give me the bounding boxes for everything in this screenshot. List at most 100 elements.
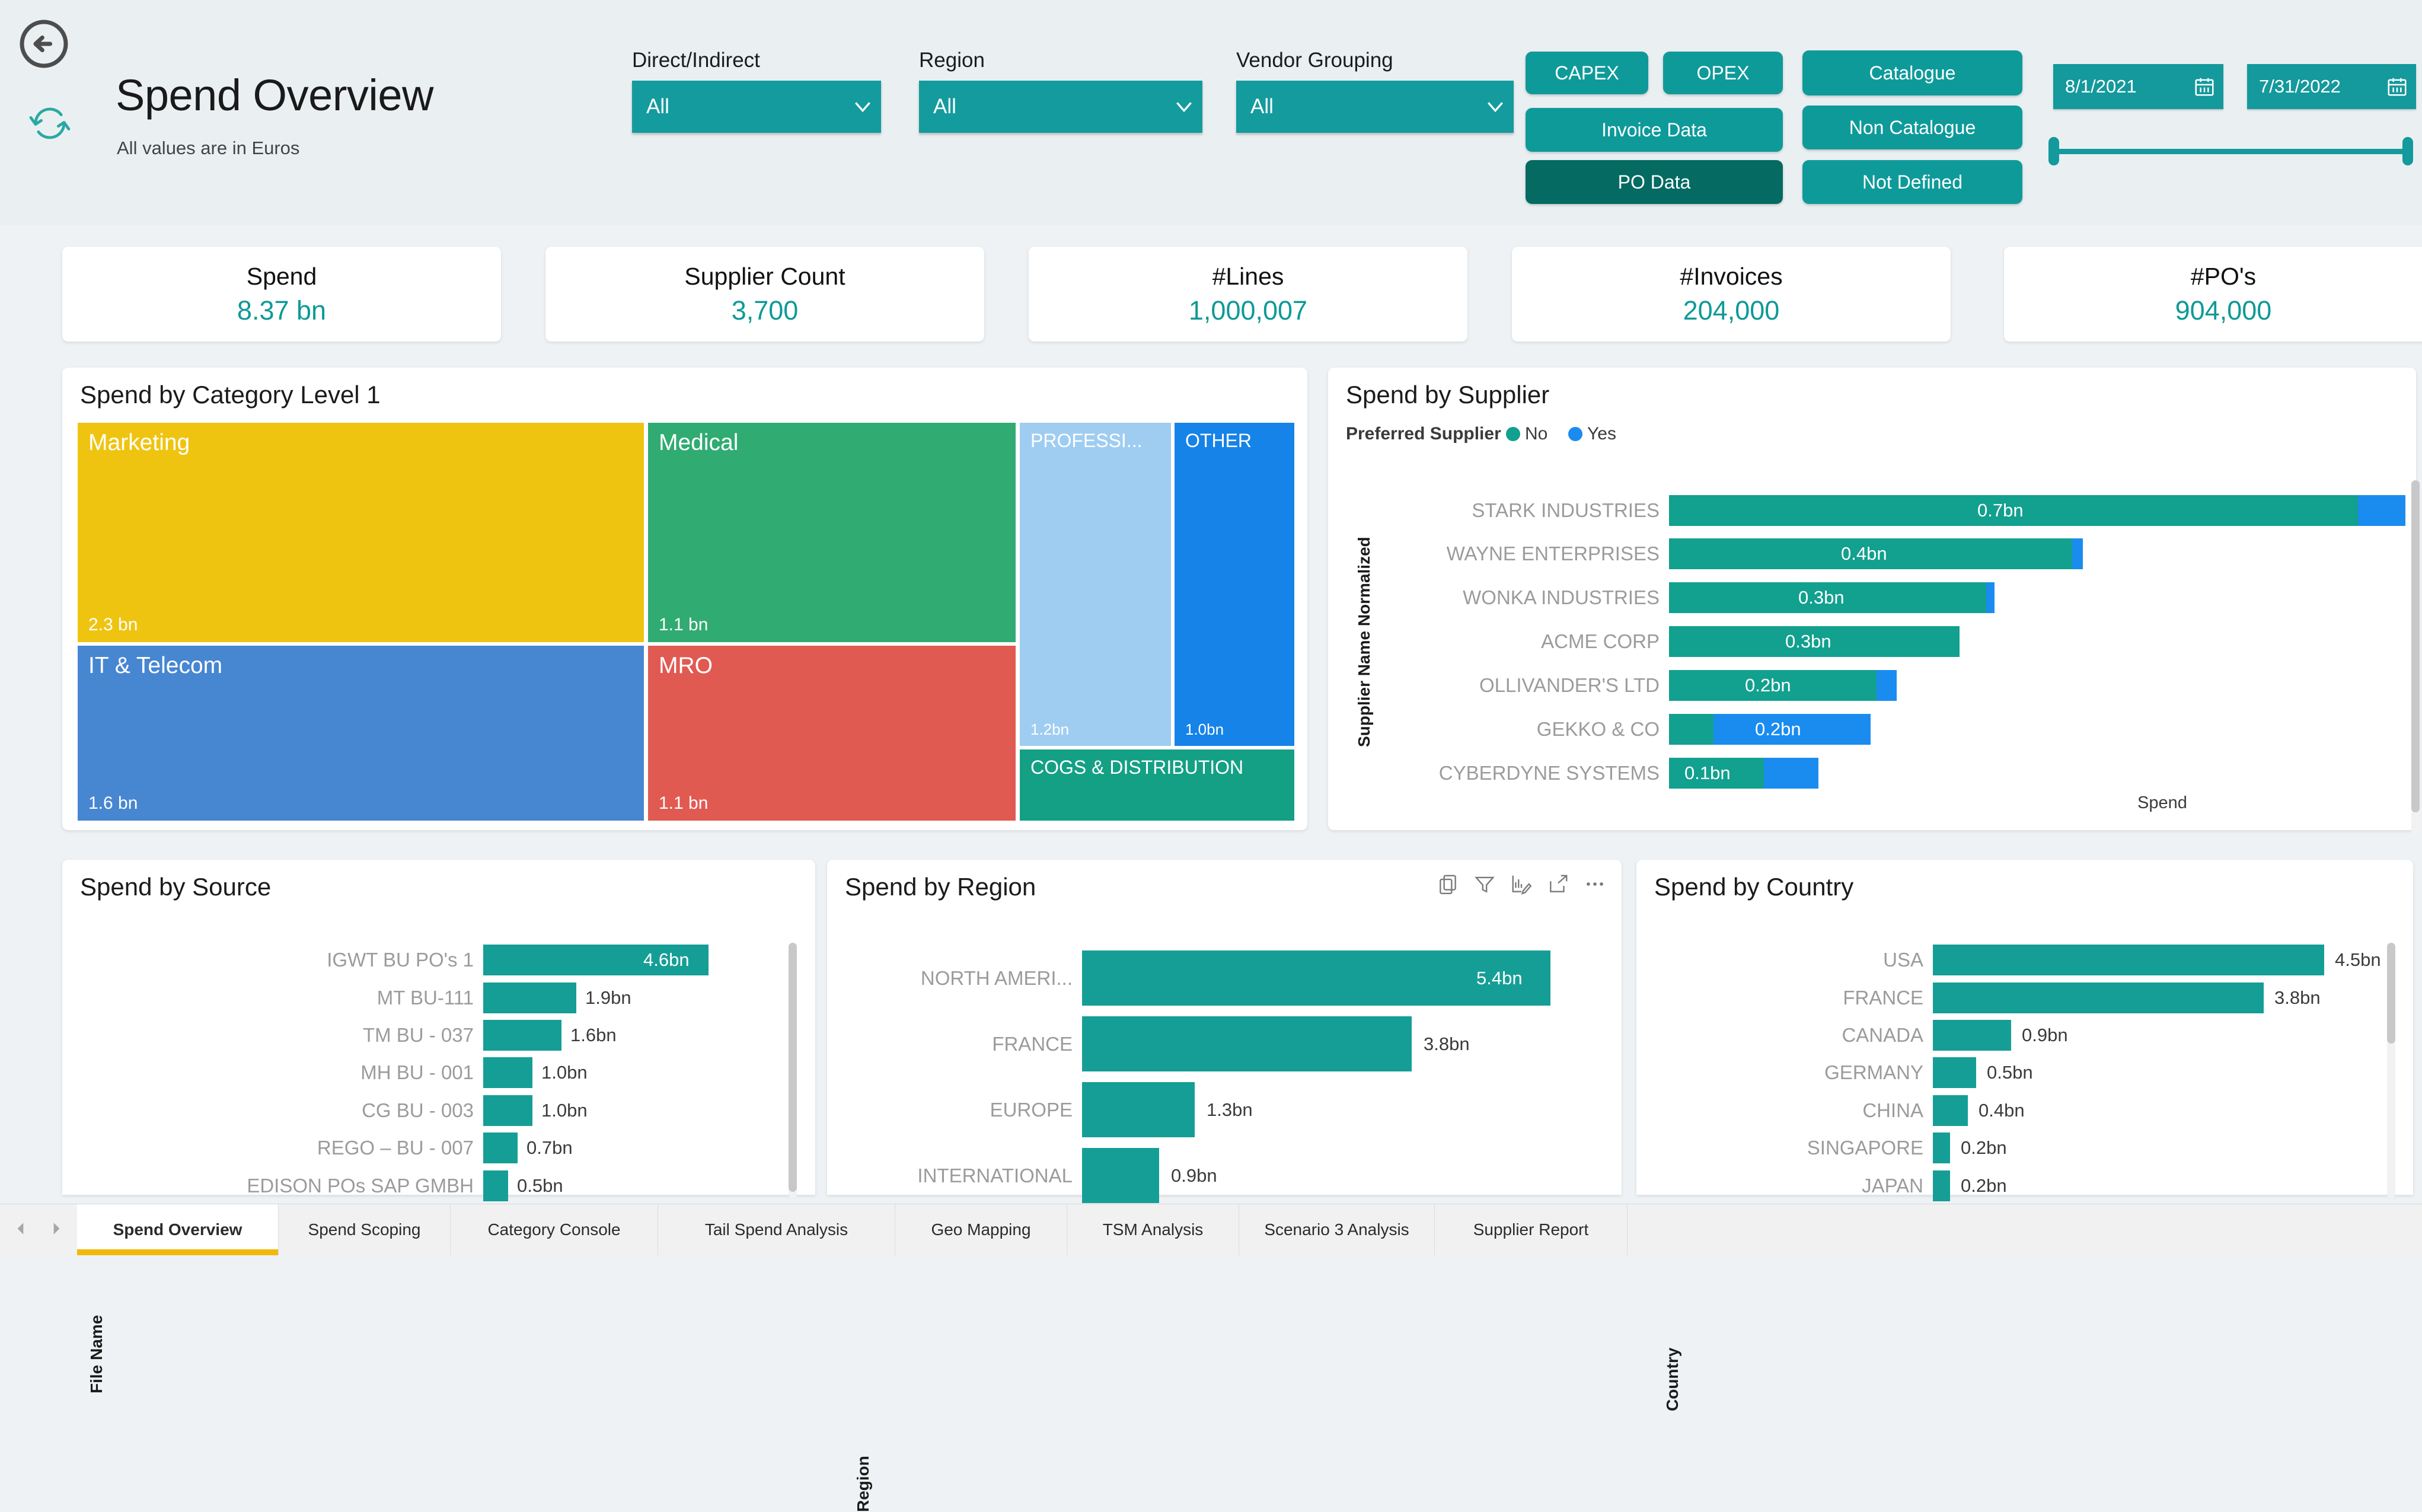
slicer-label: Region: [919, 49, 1202, 72]
bar-row[interactable]: CHINA 0.4bn: [1636, 1095, 2389, 1126]
bar-row[interactable]: GEKKO & CO 0.2bn: [1328, 714, 2395, 745]
chevron-down-icon: [1166, 95, 1202, 119]
filter-button-catalogue[interactable]: Catalogue: [1802, 50, 2022, 95]
copy-icon[interactable]: [1437, 873, 1459, 898]
slider-handle-left[interactable]: [2048, 137, 2059, 165]
slicer-dropdown-vendor-grouping[interactable]: All: [1236, 81, 1514, 133]
tab-tsm-analysis[interactable]: TSM Analysis: [1067, 1204, 1239, 1255]
treemap-cell-label: OTHER: [1185, 430, 1252, 452]
bar-row[interactable]: WAYNE ENTERPRISES 0.4bn: [1328, 538, 2395, 569]
visual-spend-by-category[interactable]: Spend by Category Level 1 Marketing 2.3 …: [62, 368, 1307, 830]
visual-spend-by-region[interactable]: Spend by Region: [827, 860, 1622, 1195]
bar-row[interactable]: USA 4.5bn: [1636, 945, 2389, 975]
treemap-cell-mro[interactable]: MRO 1.1 bn: [648, 646, 1016, 821]
filter-button-capex[interactable]: CAPEX: [1526, 52, 1648, 94]
tab-tail-spend-analysis[interactable]: Tail Spend Analysis: [658, 1204, 895, 1255]
visual-scrollbar[interactable]: [2387, 943, 2395, 1198]
bar-row[interactable]: TM BU - 037 1.6bn: [62, 1020, 792, 1051]
calendar-icon[interactable]: [2185, 75, 2223, 98]
bar-row[interactable]: NORTH AMERI... 5.4bn: [827, 950, 1598, 1006]
bar-value-label: 0.2bn: [1755, 719, 1801, 740]
kpi-card-supplier-count[interactable]: Supplier Count 3,700: [545, 247, 984, 342]
tab-prev-icon[interactable]: [13, 1221, 28, 1239]
scrollbar-thumb[interactable]: [2387, 943, 2395, 1044]
legend-item-yes[interactable]: Yes: [1568, 424, 1616, 444]
tab-nav-arrows: [0, 1204, 77, 1255]
focus-mode-icon[interactable]: [1547, 873, 1569, 898]
slider-handle-right[interactable]: [2402, 137, 2413, 165]
visual-spend-by-country[interactable]: Spend by Country Country USA 4.5bn FRANC…: [1636, 860, 2413, 1195]
bar-row[interactable]: OLLIVANDER'S LTD 0.2bn: [1328, 670, 2395, 701]
bar-row[interactable]: INTERNATIONAL 0.9bn: [827, 1148, 1598, 1203]
bar-row[interactable]: SINGAPORE 0.2bn: [1636, 1133, 2389, 1163]
treemap-cell-label: IT & Telecom: [88, 653, 222, 679]
date-end-field[interactable]: 7/31/2022: [2247, 64, 2416, 109]
filter-button-not-defined[interactable]: Not Defined: [1802, 160, 2022, 204]
filter-button-opex[interactable]: OPEX: [1663, 52, 1783, 94]
visual-spend-by-source[interactable]: Spend by Source File Name IGWT BU PO's 1…: [62, 860, 815, 1195]
tab-scenario-3-analysis[interactable]: Scenario 3 Analysis: [1239, 1204, 1435, 1255]
slicer-dropdown-region[interactable]: All: [919, 81, 1202, 133]
bar-category-label: FRANCE: [827, 1033, 1082, 1055]
personalize-visual-icon[interactable]: [1510, 873, 1533, 898]
visual-scrollbar[interactable]: [789, 943, 797, 1198]
kpi-value: 1,000,007: [1189, 295, 1307, 326]
bar-row[interactable]: EDISON POs SAP GMBH 0.5bn: [62, 1170, 792, 1201]
bar-row[interactable]: FRANCE 3.8bn: [827, 1016, 1598, 1071]
treemap-cell-medical[interactable]: Medical 1.1 bn: [648, 423, 1016, 642]
tab-geo-mapping[interactable]: Geo Mapping: [895, 1204, 1067, 1255]
refresh-icon[interactable]: [26, 100, 74, 147]
bar-row[interactable]: EUROPE 1.3bn: [827, 1082, 1598, 1137]
filter-button-invoice-data[interactable]: Invoice Data: [1526, 108, 1783, 152]
bar-row[interactable]: CYBERDYNE SYSTEMS 0.1bn: [1328, 758, 2395, 789]
bar-row[interactable]: WONKA INDUSTRIES 0.3bn: [1328, 582, 2395, 613]
treemap-cell-it-telecom[interactable]: IT & Telecom 1.6 bn: [78, 646, 644, 821]
scrollbar-thumb[interactable]: [2411, 480, 2420, 812]
slicer-dropdown-direct-indirect[interactable]: All: [632, 81, 881, 133]
kpi-card-spend[interactable]: Spend 8.37 bn: [62, 247, 501, 342]
bar-track: 0.3bn: [1669, 626, 2375, 657]
kpi-card-pos[interactable]: #PO's 904,000: [2004, 247, 2422, 342]
kpi-title: #Invoices: [1680, 263, 1782, 291]
date-start-field[interactable]: 8/1/2021: [2053, 64, 2223, 109]
treemap-cell-value: 1.1 bn: [659, 615, 708, 635]
bar-row[interactable]: REGO – BU - 007 0.7bn: [62, 1133, 792, 1163]
slicer-value: All: [632, 95, 844, 119]
tab-next-icon[interactable]: [49, 1221, 64, 1239]
bar-row[interactable]: CANADA 0.9bn: [1636, 1020, 2389, 1051]
tab-category-console[interactable]: Category Console: [451, 1204, 658, 1255]
visual-spend-by-supplier[interactable]: Spend by Supplier Preferred Supplier No …: [1328, 368, 2416, 830]
kpi-card-invoices[interactable]: #Invoices 204,000: [1512, 247, 1951, 342]
bar-row[interactable]: ACME CORP 0.3bn: [1328, 626, 2395, 657]
tab-spend-scoping[interactable]: Spend Scoping: [279, 1204, 451, 1255]
date-end-value: 7/31/2022: [2247, 76, 2378, 97]
bar-row[interactable]: STARK INDUSTRIES 0.7bn: [1328, 495, 2395, 526]
treemap-cell-other[interactable]: OTHER 1.0bn: [1175, 423, 1294, 746]
more-options-icon[interactable]: [1584, 873, 1606, 898]
bar-row[interactable]: JAPAN 0.2bn: [1636, 1170, 2389, 1201]
date-range-slider[interactable]: [2048, 133, 2413, 169]
tab-supplier-report[interactable]: Supplier Report: [1435, 1204, 1628, 1255]
treemap-chart: Marketing 2.3 bn IT & Telecom 1.6 bn Med…: [78, 423, 1294, 821]
bar-value-label: 0.7bn: [526, 1137, 573, 1159]
treemap-cell-professional[interactable]: PROFESSI... 1.2bn: [1020, 423, 1171, 746]
legend-item-no[interactable]: No: [1506, 424, 1547, 444]
bar-row[interactable]: IGWT BU PO's 1 4.6bn: [62, 945, 792, 975]
filter-button-non-catalogue[interactable]: Non Catalogue: [1802, 106, 2022, 149]
back-arrow-icon[interactable]: [18, 18, 70, 70]
scrollbar-thumb[interactable]: [789, 943, 797, 1192]
kpi-title: Spend: [247, 263, 317, 291]
kpi-card-lines[interactable]: #Lines 1,000,007: [1029, 247, 1467, 342]
calendar-icon[interactable]: [2378, 75, 2416, 98]
filter-button-po-data[interactable]: PO Data: [1526, 160, 1783, 204]
bar-row[interactable]: MH BU - 001 1.0bn: [62, 1057, 792, 1088]
bar-row[interactable]: MT BU-111 1.9bn: [62, 983, 792, 1013]
bar-row[interactable]: GERMANY 0.5bn: [1636, 1057, 2389, 1088]
filter-icon[interactable]: [1473, 873, 1496, 898]
treemap-cell-marketing[interactable]: Marketing 2.3 bn: [78, 423, 644, 642]
bar-row[interactable]: FRANCE 3.8bn: [1636, 983, 2389, 1013]
bar-row[interactable]: CG BU - 003 1.0bn: [62, 1095, 792, 1126]
page-scrollbar[interactable]: [2411, 480, 2420, 836]
treemap-cell-cogs-distribution[interactable]: COGS & DISTRIBUTION: [1020, 749, 1294, 821]
tab-spend-overview[interactable]: Spend Overview: [77, 1204, 279, 1255]
